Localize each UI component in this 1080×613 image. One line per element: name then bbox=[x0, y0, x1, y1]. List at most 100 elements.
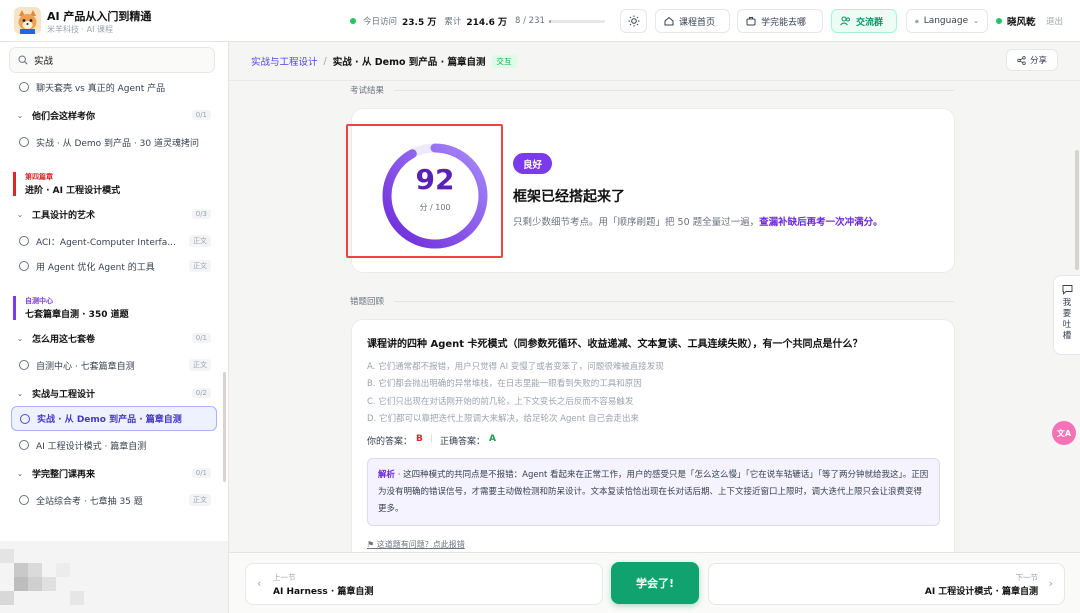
sidebar: 聊天套壳 vs 真正的 Agent 产品 ⌄ 他们会这样考你 0/1 实战 · … bbox=[0, 42, 229, 613]
user-menu[interactable]: 晓风乾 bbox=[996, 14, 1036, 28]
correct-answer: A bbox=[488, 434, 496, 444]
chevron-down-icon: ⌄ bbox=[16, 333, 24, 343]
grade-badge: 良好 bbox=[513, 153, 553, 174]
result-headline: 框架已经搭起来了 bbox=[513, 189, 625, 205]
group-count: 0/1 bbox=[191, 333, 211, 343]
chevron-left-icon: ‹ bbox=[257, 577, 262, 590]
blurred-region bbox=[0, 541, 228, 613]
report-issue-link[interactable]: ⚑ 这道题有问题？点此报错 bbox=[367, 539, 465, 550]
prev-lesson-button[interactable]: ‹ 上一节 AI Harness · 篇章自测 bbox=[245, 563, 603, 605]
course-home-button[interactable]: 课程首页 bbox=[655, 9, 730, 33]
question-card: 课程讲的四种 Agent 卡死模式（同参数死循环、收益递减、文本复读、工具连续失… bbox=[351, 319, 955, 569]
online-dot-icon bbox=[996, 18, 1002, 24]
breadcrumb-parent[interactable]: 实战与工程设计 bbox=[251, 54, 318, 68]
breadcrumb: 实战与工程设计 / 实战 · 从 Demo 到产品 · 篇章自测 交互 bbox=[251, 54, 517, 68]
breadcrumb-current: 实战 · 从 Demo 到产品 · 篇章自测 bbox=[332, 57, 486, 68]
lesson-status-icon bbox=[19, 236, 29, 246]
sidebar-item-lesson[interactable]: 自测中心 · 七套篇章自测 正文 bbox=[11, 354, 217, 376]
content-badge: 正文 bbox=[189, 235, 211, 247]
translate-button[interactable]: 文A bbox=[1052, 421, 1076, 445]
result-description: 只剩少数细节考点。用「顺序刷题」把 50 题全量过一遍，查漏补缺后再考一次冲满分… bbox=[513, 217, 883, 228]
sidebar-item-lesson[interactable]: 用 Agent 优化 Agent 的工具 正文 bbox=[11, 255, 217, 277]
language-select[interactable]: Language ⌄ bbox=[906, 9, 988, 33]
next-lesson-button[interactable]: 下一节 AI 工程设计模式 · 篇章自测 › bbox=[708, 563, 1065, 605]
content-badge: 正文 bbox=[189, 359, 211, 371]
chevron-down-icon: ⌄ bbox=[16, 209, 24, 219]
visit-stats: 今日访问 23.5 万 累计 214.6 万 8 / 231 bbox=[350, 14, 605, 28]
group-count: 0/1 bbox=[191, 110, 211, 120]
sidebar-item-lesson[interactable]: 全站综合考 · 七章抽 35 题 正文 bbox=[11, 489, 217, 511]
progress-bar-fill bbox=[548, 19, 551, 23]
today-value: 23.5 万 bbox=[402, 17, 437, 28]
where-next-button[interactable]: 学完能去哪 bbox=[737, 9, 823, 33]
feedback-button[interactable]: 我要吐槽 bbox=[1053, 275, 1080, 355]
top-bar: AI 产品从入门到精通 米羊科技 · AI 课程 今日访问 23.5 万 累计 … bbox=[0, 0, 1080, 42]
app-logo[interactable] bbox=[14, 7, 41, 34]
progress-bar bbox=[548, 19, 605, 23]
sidebar-item-lesson[interactable]: 聊天套壳 vs 真正的 Agent 产品 bbox=[11, 76, 217, 98]
lesson-status-icon bbox=[20, 413, 30, 424]
sidebar-item-lesson[interactable]: ACI：Agent-Computer Interfa... 正文 bbox=[11, 230, 217, 252]
lesson-status-icon bbox=[19, 261, 29, 271]
your-answer: B bbox=[416, 434, 423, 444]
home-icon bbox=[664, 16, 674, 26]
review-section-label: 错题回顾 bbox=[350, 297, 385, 307]
sun-icon bbox=[628, 15, 639, 27]
chat-icon bbox=[1062, 285, 1072, 295]
chevron-down-icon: ⌄ bbox=[16, 110, 24, 120]
option-c: C. 它们只出现在对话刚开始的前几轮，上下文变长之后反而不容易触发 bbox=[367, 397, 634, 407]
logout-link[interactable]: 退出 bbox=[1046, 15, 1063, 27]
retake-link[interactable]: 查漏补缺后再考一次冲满分。 bbox=[759, 217, 883, 228]
group-count: 0/2 bbox=[191, 388, 211, 398]
header-divider bbox=[229, 80, 1080, 81]
online-dot-icon bbox=[350, 18, 356, 24]
sidebar-group[interactable]: ⌄ 学完整门课再来 0/1 bbox=[11, 462, 217, 484]
app-subtitle: 米羊科技 · AI 课程 bbox=[47, 25, 114, 34]
group-count: 0/1 bbox=[191, 468, 211, 478]
mark-learned-button[interactable]: 学会了! bbox=[611, 562, 699, 604]
community-group-button[interactable]: 交流群 bbox=[831, 9, 897, 33]
group-count: 0/3 bbox=[191, 209, 211, 219]
sidebar-item-active[interactable]: 实战 · 从 Demo 到产品 · 篇章自测 bbox=[11, 406, 217, 431]
sidebar-item-lesson[interactable]: 实战 · 从 Demo 到产品 · 30 道灵魂拷问 bbox=[11, 131, 217, 153]
chevron-down-icon: ⌄ bbox=[973, 17, 979, 25]
explanation-box: 解析 · 这四种模式的共同点是不报错：Agent 看起来在正常工作，用户的感受只… bbox=[367, 458, 940, 526]
highlight-box bbox=[346, 124, 503, 258]
sidebar-item-lesson[interactable]: AI 工程设计模式 · 篇章自测 bbox=[11, 434, 217, 456]
translate-icon: 文A bbox=[1056, 428, 1072, 438]
total-label: 累计 bbox=[444, 17, 462, 27]
sidebar-group[interactable]: ⌄ 他们会这样考你 0/1 bbox=[11, 104, 217, 126]
result-section-label: 考试结果 bbox=[350, 86, 385, 96]
search-input[interactable] bbox=[34, 54, 204, 66]
breadcrumb-separator: / bbox=[323, 55, 327, 67]
users-icon bbox=[840, 16, 850, 26]
main-scrollbar[interactable] bbox=[1075, 150, 1079, 270]
sidebar-group[interactable]: ⌄ 怎么用这七套卷 0/1 bbox=[11, 327, 217, 349]
sidebar-group[interactable]: ⌄ 实战与工程设计 0/2 bbox=[11, 382, 217, 404]
lesson-status-icon bbox=[19, 137, 29, 147]
lesson-status-icon bbox=[19, 495, 29, 505]
chevron-right-icon: › bbox=[1048, 577, 1053, 590]
option-b: B. 它们都会抛出明确的异常堆栈，在日志里能一眼看到失败的工具和原因 bbox=[367, 379, 642, 389]
sidebar-group[interactable]: ⌄ 工具设计的艺术 0/3 bbox=[11, 203, 217, 225]
today-label: 今日访问 bbox=[363, 17, 398, 27]
share-button[interactable]: 分享 bbox=[1006, 49, 1058, 71]
search-icon bbox=[18, 55, 28, 65]
lesson-status-icon bbox=[19, 440, 29, 450]
app-title: AI 产品从入门到精通 bbox=[47, 10, 152, 23]
content-badge: 正文 bbox=[189, 260, 211, 272]
briefcase-icon bbox=[746, 17, 756, 26]
section-divider bbox=[394, 90, 954, 91]
globe-icon bbox=[915, 19, 919, 23]
chevron-down-icon: ⌄ bbox=[16, 388, 24, 398]
answer-row: 你的答案： B | 正确答案： A bbox=[367, 434, 496, 447]
lesson-status-icon bbox=[19, 82, 29, 92]
total-value: 214.6 万 bbox=[466, 17, 507, 28]
chapter-header: 第四篇章 进阶 · AI 工程设计模式 bbox=[13, 172, 120, 196]
chapter-header: 自测中心 七套篇章自测 · 350 道题 bbox=[13, 296, 129, 320]
search-box[interactable] bbox=[9, 47, 215, 73]
sidebar-scrollbar[interactable] bbox=[223, 372, 226, 482]
theme-toggle-button[interactable] bbox=[620, 9, 647, 33]
question-text: 课程讲的四种 Agent 卡死模式（同参数死循环、收益递减、文本复读、工具连续失… bbox=[367, 339, 863, 350]
option-a: A. 它们通常都不报错，用户只觉得 AI 变慢了或者变笨了，问题很难被直接发现 bbox=[367, 362, 664, 372]
